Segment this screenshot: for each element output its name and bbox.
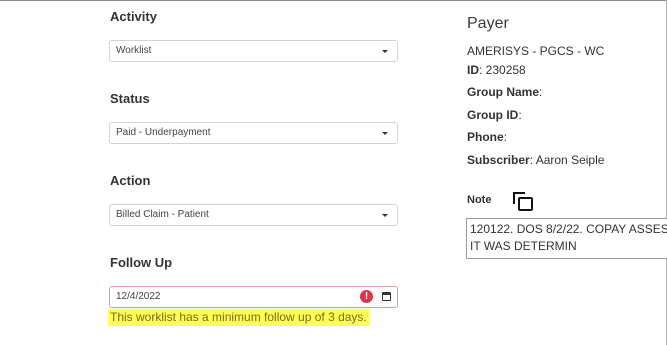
group-id-value: : <box>518 108 522 122</box>
action-select[interactable]: Billed Claim - Patient <box>109 204 398 226</box>
caret-down-icon <box>382 214 388 217</box>
payer-id-value: : 230258 <box>479 63 526 77</box>
note-text: 120122. DOS 8/2/22. COPAY ASSESSED. IT W… <box>470 222 667 253</box>
payer-group-name: Group Name: <box>467 85 542 99</box>
subscriber-label: Subscriber <box>467 153 530 167</box>
follow-up-date-value: 12/4/2022 <box>116 291 161 302</box>
error-icon: ! <box>360 290 373 303</box>
group-name-value: : <box>539 85 543 99</box>
status-select-value: Paid - Underpayment <box>116 127 211 138</box>
caret-down-icon <box>382 50 388 53</box>
group-name-label: Group Name <box>467 85 540 99</box>
payer-phone: Phone: <box>467 130 507 144</box>
status-select[interactable]: Paid - Underpayment <box>109 122 398 144</box>
action-label: Action <box>110 173 151 188</box>
payer-title: Payer <box>467 15 509 32</box>
payer-id-label: ID <box>467 63 479 77</box>
top-divider <box>0 0 667 1</box>
note-label: Note <box>467 194 492 206</box>
calendar-icon[interactable] <box>382 292 391 301</box>
follow-up-warning: This worklist has a minimum follow up of… <box>108 309 370 326</box>
status-label: Status <box>110 91 150 106</box>
phone-label: Phone <box>467 130 504 144</box>
follow-up-date-input[interactable]: 12/4/2022 ! <box>109 286 398 308</box>
group-id-label: Group ID <box>467 108 519 122</box>
payer-id: ID: 230258 <box>467 63 526 77</box>
phone-value: : <box>503 130 508 144</box>
payer-group-id: Group ID: <box>467 108 522 122</box>
follow-up-label: Follow Up <box>110 255 173 270</box>
subscriber-value: : Aaron Seiple <box>529 153 605 167</box>
activity-select[interactable]: Worklist <box>109 40 398 62</box>
caret-down-icon <box>382 132 388 135</box>
activity-label: Activity <box>110 9 157 24</box>
payer-subscriber: Subscriber: Aaron Seiple <box>467 153 604 167</box>
payer-name: AMERISYS - PGCS - WC <box>467 44 605 58</box>
copy-icon[interactable] <box>511 190 535 212</box>
note-textarea[interactable]: 120122. DOS 8/2/22. COPAY ASSESSED. IT W… <box>466 218 667 259</box>
activity-select-value: Worklist <box>116 45 152 56</box>
action-select-value: Billed Claim - Patient <box>116 209 209 220</box>
